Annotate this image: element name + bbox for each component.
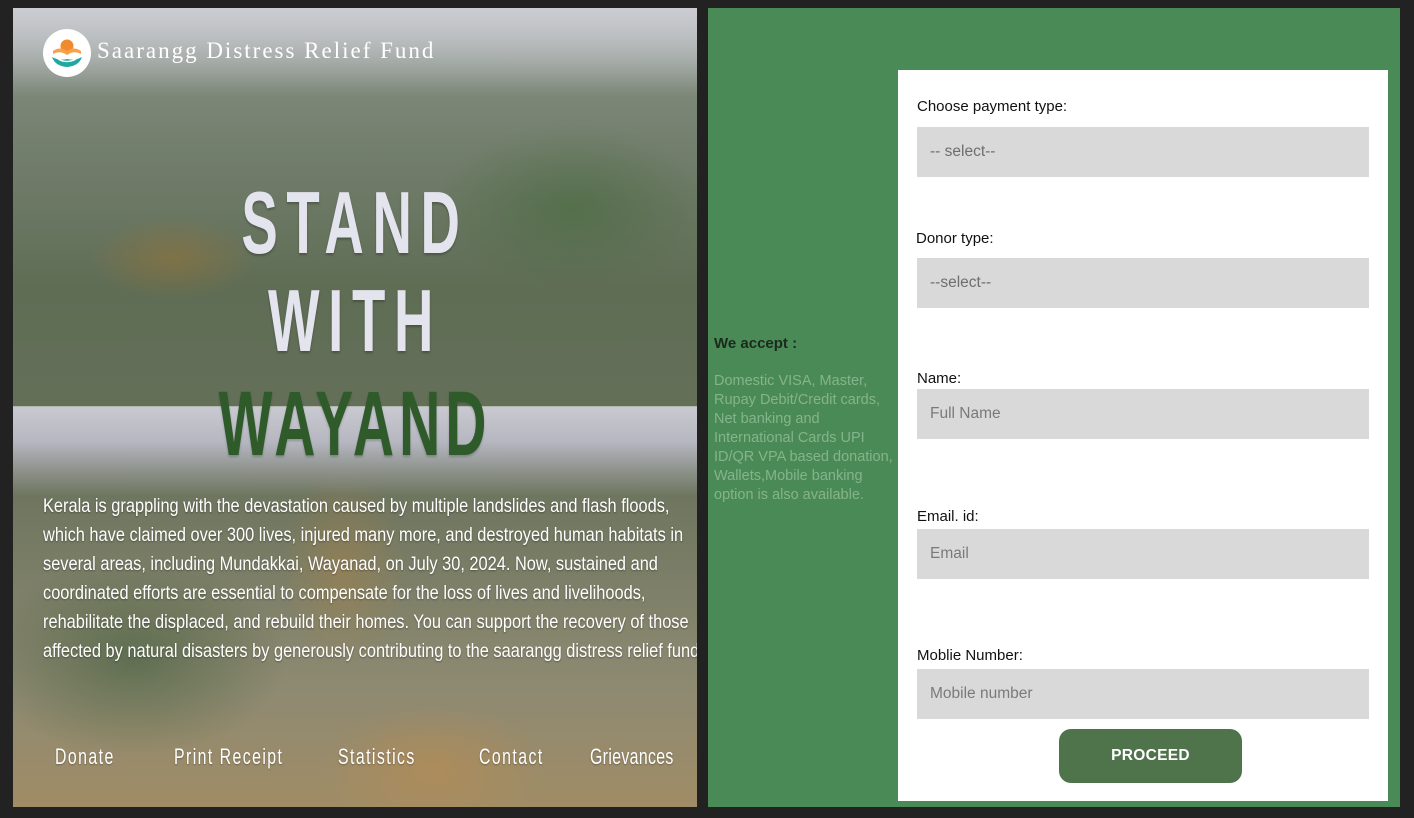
headline-with: WITH [267,271,443,370]
donor-type-select[interactable]: --select-- [917,258,1369,308]
name-label: Name: [917,370,962,387]
donation-panel: We accept : Domestic VISA, Master, Rupay… [708,8,1400,807]
donation-form: Choose payment type: -- select-- Donor t… [898,70,1388,801]
donor-type-label: Donor type: [916,230,994,247]
mobile-input[interactable] [917,669,1369,719]
helping-hands-icon[interactable] [43,29,91,77]
mobile-label: Moblie Number: [917,647,1023,664]
nav-print-receipt[interactable]: Print Receipt [174,744,283,770]
proceed-button[interactable]: PROCEED [1059,729,1242,783]
accepted-methods-text: Domestic VISA, Master, Rupay Debit/Credi… [714,373,893,503]
nav-grievances[interactable]: Grievances [590,744,674,770]
email-input[interactable] [917,529,1369,579]
nav-statistics[interactable]: Statistics [338,744,416,770]
hero-description: Kerala is grappling with the devastation… [43,495,697,662]
name-input[interactable] [917,389,1369,439]
donor-type-value: --select-- [930,274,992,291]
headline-stand: STAND [241,173,469,272]
accepted-methods-title: We accept : [714,335,798,352]
footer-nav: Donate Print Receipt Statistics Contact … [13,744,697,774]
brand-title: Saarangg Distress Relief Fund [97,38,436,63]
nav-contact[interactable]: Contact [479,744,544,770]
headline-wayand: WAYAND [218,373,492,475]
payment-type-value: -- select-- [930,143,996,160]
payment-type-select[interactable]: -- select-- [917,127,1369,177]
payment-type-label: Choose payment type: [917,98,1068,115]
nav-donate[interactable]: Donate [55,744,115,770]
email-label: Email. id: [917,508,979,525]
hero-panel: Saarangg Distress Relief Fund STAND WITH… [13,8,697,807]
